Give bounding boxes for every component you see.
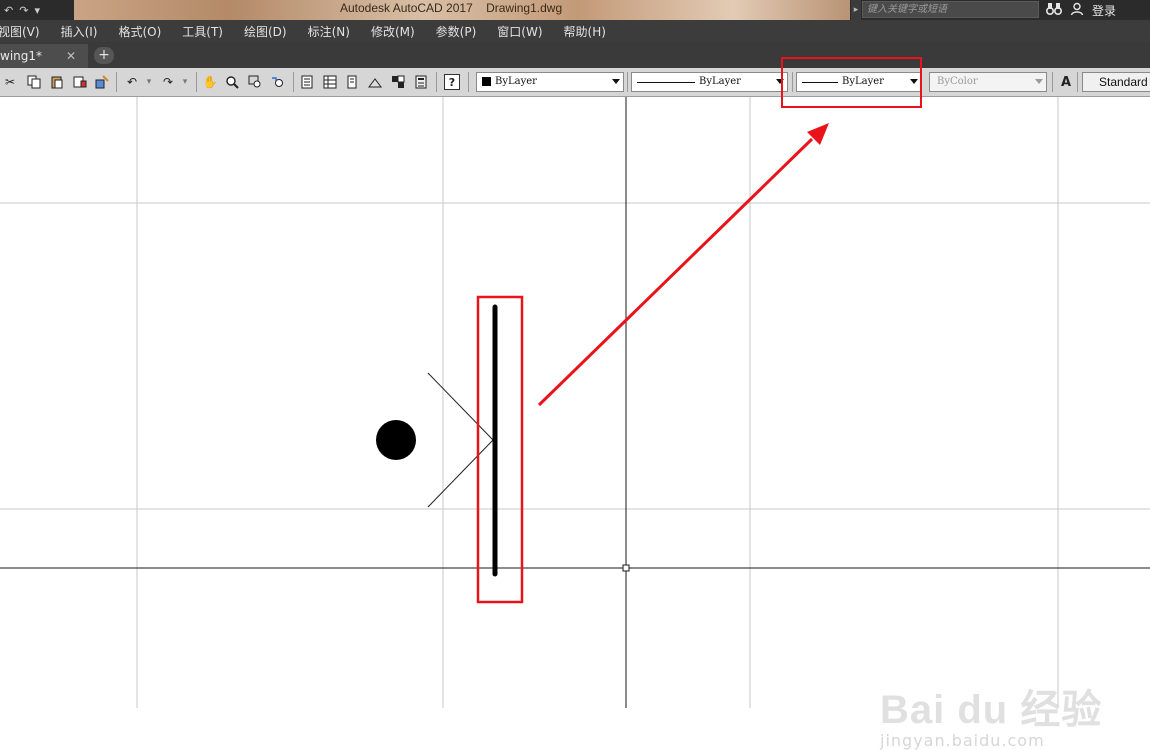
- origin-marker: [622, 564, 630, 572]
- menu-tools[interactable]: 工具(T): [182, 23, 223, 40]
- tool-palettes-icon[interactable]: [344, 74, 360, 90]
- new-tab-button[interactable]: +: [94, 47, 114, 64]
- menu-format[interactable]: 格式(O): [118, 23, 161, 40]
- paste-icon[interactable]: [49, 74, 65, 90]
- redo-icon[interactable]: ↷: [160, 74, 176, 90]
- markup-set-icon[interactable]: [390, 74, 406, 90]
- dropdown-icon[interactable]: ▾: [34, 4, 40, 17]
- chevron-down-icon: [1035, 79, 1043, 84]
- redo-icon[interactable]: ↷: [19, 4, 28, 17]
- toolbar-separator: [196, 72, 197, 92]
- quick-access-toolbar: ↶ ↷ ▾: [0, 0, 74, 20]
- toolbar-separator: [1052, 72, 1053, 92]
- undo-icon[interactable]: ↶: [124, 74, 140, 90]
- close-icon[interactable]: ✕: [66, 44, 76, 68]
- color-control-dropdown[interactable]: ByLayer: [476, 72, 624, 92]
- plotstyle-control-dropdown[interactable]: ByColor: [929, 72, 1047, 92]
- drawing-area[interactable]: Bai du 经验 jingyan.baidu.com: [0, 97, 1150, 750]
- standard-toolbar: ✂ ↶ ▾ ↷ ▾ ✋ ? ByLayer ByLayer ByLayer By…: [0, 68, 1150, 97]
- sheet-set-icon[interactable]: [367, 74, 383, 90]
- menu-insert[interactable]: 插入(I): [61, 23, 98, 40]
- toolbar-separator: [1077, 72, 1078, 92]
- toolbar-separator: [116, 72, 117, 92]
- menu-draw[interactable]: 绘图(D): [244, 23, 287, 40]
- menu-dimension[interactable]: 标注(N): [308, 23, 350, 40]
- cut-icon[interactable]: ✂: [2, 74, 18, 90]
- redo-dropdown-icon[interactable]: ▾: [177, 74, 193, 90]
- tab-label: wing1*: [0, 49, 43, 63]
- highlight-box-lineweight: [781, 57, 922, 108]
- zoom-realtime-icon[interactable]: [224, 74, 240, 90]
- highlight-box-line: [476, 295, 524, 604]
- properties-icon[interactable]: [299, 74, 315, 90]
- design-center-icon[interactable]: [322, 74, 338, 90]
- block-editor-icon[interactable]: [94, 74, 110, 90]
- color-swatch: [482, 77, 491, 86]
- chevron-down-icon: [612, 79, 620, 84]
- menu-modify[interactable]: 修改(M): [371, 23, 415, 40]
- diagonal-line-lower: [427, 439, 494, 508]
- menu-bar: 视图(V) 插入(I) 格式(O) 工具(T) 绘图(D) 标注(N) 修改(M…: [0, 20, 1150, 42]
- watermark: Bai du 经验 jingyan.baidu.com: [880, 677, 1102, 750]
- text-style-icon[interactable]: A: [1058, 74, 1074, 90]
- user-icon[interactable]: [1070, 2, 1084, 19]
- toolbar-separator: [293, 72, 294, 92]
- undo-icon[interactable]: ↶: [4, 4, 13, 17]
- undo-dropdown-icon[interactable]: ▾: [141, 74, 157, 90]
- model-space-svg: [0, 97, 1150, 708]
- search-input[interactable]: 键入关键字或短语: [862, 1, 1039, 18]
- plotstyle-control-value: ByColor: [937, 76, 978, 87]
- zoom-previous-icon[interactable]: [270, 74, 286, 90]
- search-expand-icon[interactable]: ▸: [851, 0, 861, 20]
- match-properties-icon[interactable]: [72, 74, 88, 90]
- toolbar-separator: [468, 72, 469, 92]
- title-bar: ↶ ↷ ▾ Autodesk AutoCAD 2017 Drawing1.dwg…: [0, 0, 1150, 20]
- app-title: Autodesk AutoCAD 2017 Drawing1.dwg: [340, 1, 563, 15]
- color-control-value: ByLayer: [495, 76, 537, 87]
- linetype-control-value: ByLayer: [699, 76, 741, 87]
- watermark-logo: Bai du 经验: [880, 688, 1103, 732]
- tab-drawing1[interactable]: wing1* ✕: [0, 44, 88, 68]
- annotation-arrow: [537, 137, 814, 407]
- title-right-group: 登录: [1045, 0, 1116, 20]
- linetype-control-dropdown[interactable]: ByLayer: [631, 72, 788, 92]
- menu-view[interactable]: 视图(V): [0, 23, 40, 40]
- binoculars-icon[interactable]: [1045, 2, 1063, 19]
- menu-window[interactable]: 窗口(W): [497, 23, 542, 40]
- zoom-window-icon[interactable]: [247, 74, 263, 90]
- grid: [0, 97, 1150, 708]
- text-style-dropdown[interactable]: Standard: [1082, 72, 1150, 92]
- login-link[interactable]: 登录: [1092, 2, 1116, 19]
- toolbar-separator: [627, 72, 628, 92]
- filled-circle-object: [376, 420, 416, 460]
- document-tab-bar: wing1* ✕ +: [0, 42, 1150, 69]
- diagonal-line-upper: [427, 372, 494, 441]
- copy-icon[interactable]: [26, 74, 42, 90]
- menu-parametric[interactable]: 参数(P): [436, 23, 477, 40]
- pan-icon[interactable]: ✋: [202, 74, 218, 90]
- toolbar-separator: [436, 72, 437, 92]
- linetype-preview: [637, 82, 695, 83]
- menu-help[interactable]: 帮助(H): [564, 23, 606, 40]
- quick-calc-icon[interactable]: [413, 74, 429, 90]
- help-icon[interactable]: ?: [444, 74, 460, 90]
